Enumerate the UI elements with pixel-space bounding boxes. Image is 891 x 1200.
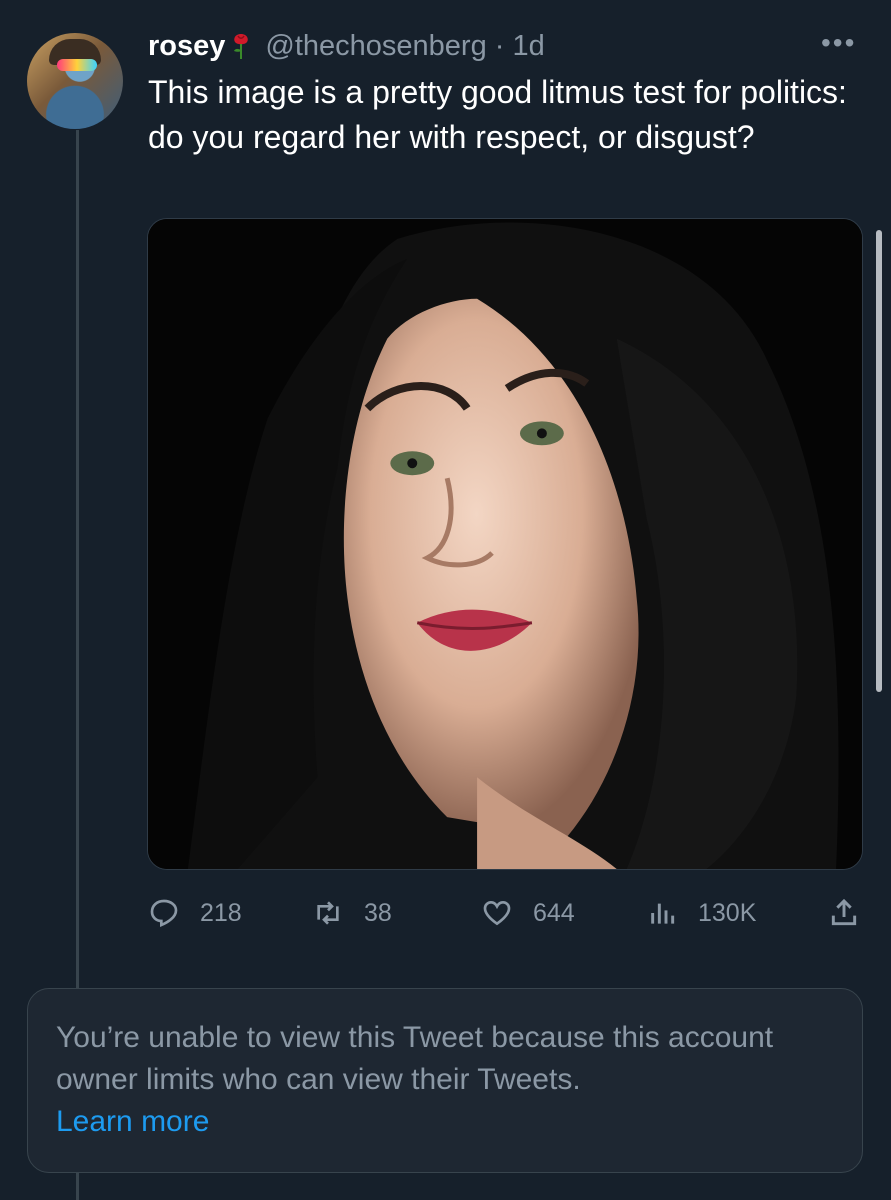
retweet-button[interactable]: 38 — [312, 893, 392, 933]
tweet-header: rosey @thechosenberg · 1d — [148, 28, 545, 64]
retweet-icon — [317, 901, 339, 925]
display-name[interactable]: rosey — [148, 30, 225, 62]
analytics-icon — [651, 903, 675, 924]
user-handle[interactable]: @thechosenberg — [265, 30, 486, 62]
tweet-timestamp[interactable]: 1d — [513, 30, 545, 62]
reply-button[interactable]: 218 — [148, 893, 242, 933]
avatar-glasses — [57, 59, 97, 71]
tweet-media-image[interactable] — [147, 218, 863, 870]
tweet-text: This image is a pretty good litmus test … — [148, 74, 847, 155]
avatar[interactable] — [27, 33, 123, 129]
reply-icon — [150, 899, 178, 927]
more-options-icon[interactable]: ••• — [821, 29, 856, 57]
header-separator: · — [494, 30, 505, 62]
restricted-tweet-notice: You’re unable to view this Tweet because… — [27, 988, 863, 1173]
rose-icon — [234, 34, 249, 59]
scrollbar[interactable] — [876, 230, 882, 692]
views-button[interactable]: 130K — [646, 893, 756, 933]
notice-text: You’re unable to view this Tweet because… — [56, 1021, 774, 1096]
like-count: 644 — [533, 898, 575, 927]
share-button[interactable] — [828, 893, 880, 933]
reply-count: 218 — [200, 898, 242, 927]
portrait-photo — [148, 219, 862, 869]
share-icon — [831, 898, 857, 926]
like-button[interactable]: 644 — [481, 893, 575, 933]
heart-icon — [483, 900, 511, 926]
learn-more-link[interactable]: Learn more — [56, 1105, 209, 1138]
retweet-count: 38 — [364, 898, 392, 927]
view-count: 130K — [698, 898, 757, 927]
tweet-action-bar: 218 38 644 130K — [148, 893, 868, 933]
